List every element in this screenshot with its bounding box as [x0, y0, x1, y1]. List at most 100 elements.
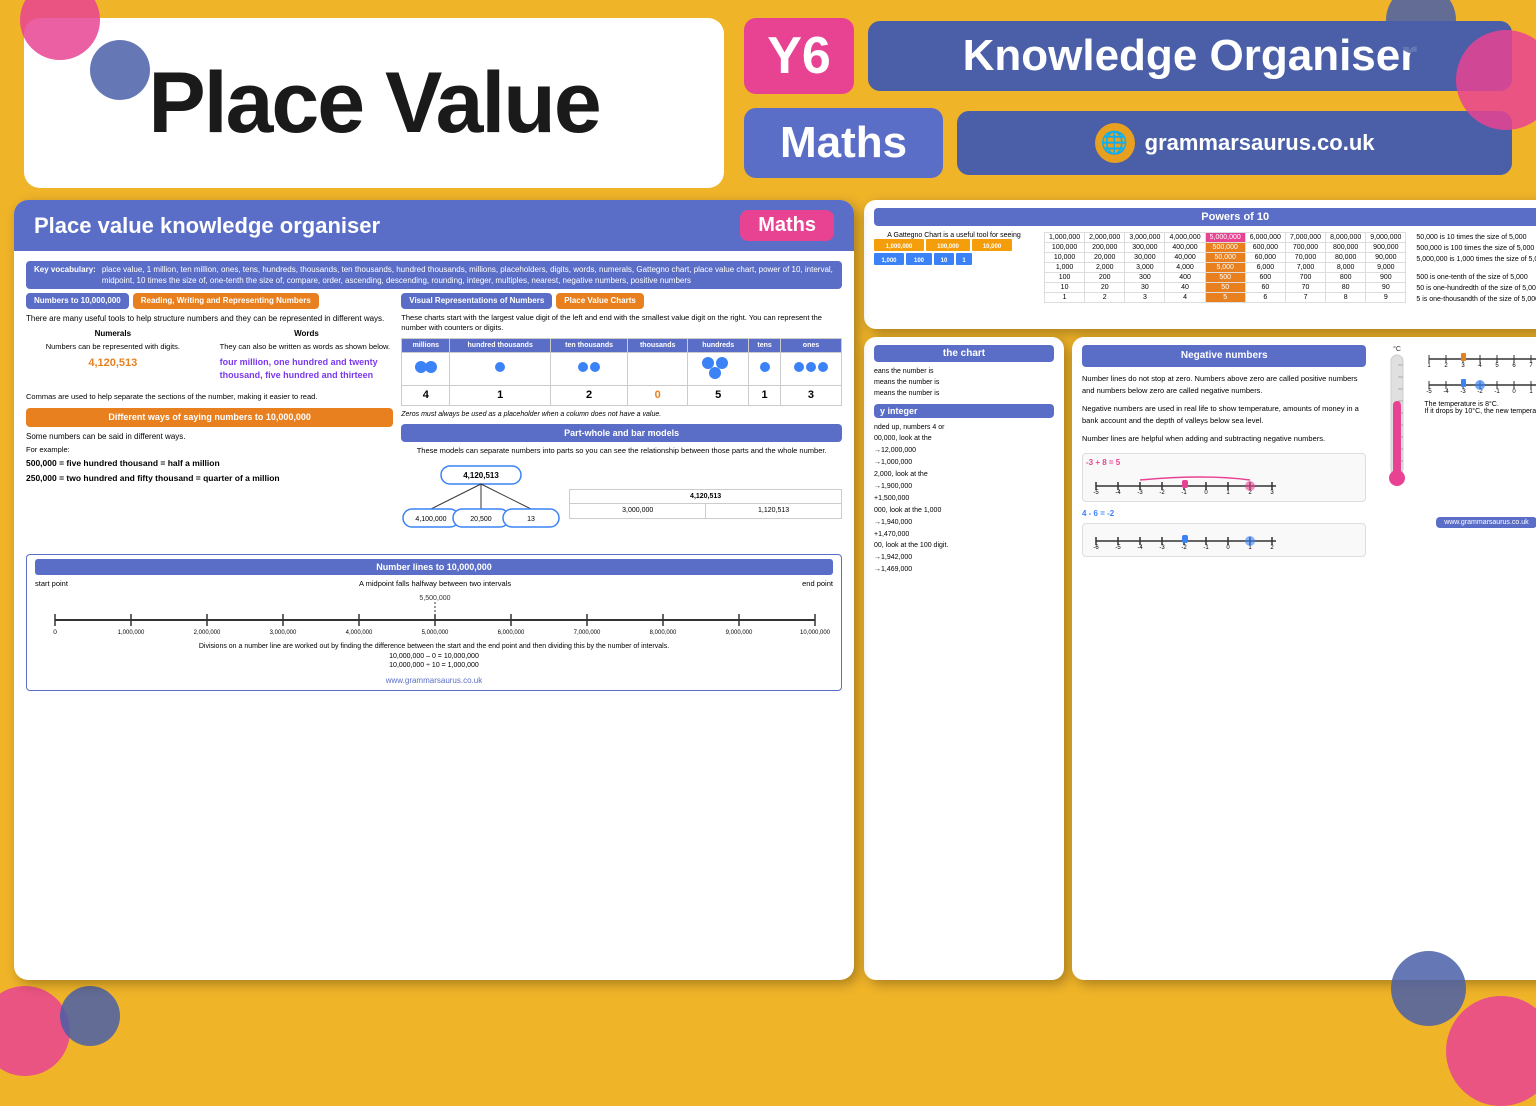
- p-2-8: 800,000: [1326, 243, 1366, 253]
- svg-text:3: 3: [1270, 490, 1274, 494]
- p-6-8: 80: [1326, 283, 1366, 293]
- calc2: 10,000,000 ÷ 10 = 1,000,000: [35, 661, 833, 671]
- svg-text:2: 2: [1270, 545, 1274, 549]
- svg-text:-3: -3: [1137, 490, 1143, 494]
- counter-icon: [700, 355, 736, 379]
- r-line-3: means the number is: [874, 388, 1054, 399]
- svg-text:-1: -1: [1181, 490, 1187, 494]
- r-ex-3: →12,000,000: [874, 445, 1054, 457]
- cell-o-val: 3: [780, 385, 841, 405]
- visual-tab: Visual Representations of Numbers: [401, 293, 552, 308]
- words-text: They can also be written as words as sho…: [220, 342, 394, 353]
- svg-text:°C: °C: [1393, 345, 1401, 353]
- commas-text: Commas are used to help separate the sec…: [26, 392, 393, 403]
- powers-row-4: 1,0002,0003,0004,0005,0006,0007,0008,000…: [1045, 263, 1406, 273]
- r-line-1: eans the number is: [874, 366, 1054, 377]
- svg-text:-3: -3: [1461, 389, 1467, 393]
- svg-text:1,000,000: 1,000,000: [886, 244, 913, 250]
- svg-text:6,000,000: 6,000,000: [498, 630, 525, 636]
- powers-content: A Gattegno Chart is a useful tool for se…: [874, 232, 1536, 321]
- rounding-examples: nded up, numbers 4 or 00,000, look at th…: [874, 422, 1054, 577]
- counter-icon: [577, 361, 601, 373]
- rounding-content: eans the number is means the number is m…: [874, 366, 1054, 400]
- nl-diagram-2: -6 -5 -4 -3 -2 -1: [1082, 523, 1366, 557]
- p-4-5: 5,000: [1205, 263, 1245, 273]
- deco-circle-blue-tl: [90, 40, 150, 100]
- svg-text:10,000,000: 10,000,000: [800, 630, 831, 636]
- visual-tabs: Visual Representations of Numbers Place …: [401, 293, 842, 308]
- nl-svg-1: -5 -4 -3 -2 -1 0: [1086, 472, 1286, 494]
- svg-text:-1: -1: [1203, 545, 1209, 549]
- cell-m-counter: [402, 353, 450, 385]
- note-line-6: 5 is one-thousandth of the size of 5,000: [1416, 294, 1536, 305]
- p-1-5: 5,000,000: [1205, 233, 1245, 243]
- p-7-5: 5: [1205, 293, 1245, 303]
- svg-text:100: 100: [914, 258, 925, 264]
- svg-text:-2: -2: [1181, 545, 1187, 549]
- gattegno-chart-mini: 1,000,000 100,000 10,000 1,000 100 10 1: [874, 239, 1024, 319]
- p-2-9: 900,000: [1366, 243, 1406, 253]
- eq-2: 4 - 6 = -2: [1082, 508, 1366, 521]
- svg-text:-5: -5: [1427, 389, 1433, 393]
- note-line-5: 50 is one-hundredth of the size of 5,000: [1416, 283, 1536, 294]
- division-text: Divisions on a number line are worked ou…: [35, 642, 833, 652]
- p-1-6: 6,000,000: [1245, 233, 1285, 243]
- svg-text:-3: -3: [1159, 545, 1165, 549]
- gattegno-desc: A Gattegno Chart is a useful tool for se…: [874, 232, 1034, 239]
- p-6-2: 20: [1085, 283, 1125, 293]
- numbers-intro: There are many useful tools to help stru…: [26, 313, 393, 324]
- svg-text:-4: -4: [1444, 389, 1450, 393]
- p-5-8: 800: [1326, 273, 1366, 283]
- svg-text:5,500,000: 5,500,000: [419, 595, 450, 602]
- svg-text:-6: -6: [1093, 545, 1099, 549]
- vocab-label: Key vocabulary:: [34, 264, 96, 275]
- powers-row-1: 1,000,0002,000,0003,000,0004,000,0005,00…: [1045, 233, 1406, 243]
- powers-note-2: 500 is one-tenth of the size of 5,000 50…: [1416, 272, 1536, 306]
- svg-text:-5: -5: [1115, 545, 1121, 549]
- visual-text: These charts start with the largest valu…: [401, 313, 842, 334]
- svg-text:1,000,000: 1,000,000: [118, 630, 145, 636]
- p-1-9: 9,000,000: [1366, 233, 1406, 243]
- svg-text:-4: -4: [1137, 545, 1143, 549]
- svg-text:8,000,000: 8,000,000: [650, 630, 677, 636]
- svg-text:6: 6: [1513, 363, 1517, 367]
- svg-text:1: 1: [1428, 363, 1432, 367]
- p-6-5: 50: [1205, 283, 1245, 293]
- svg-text:0: 0: [1513, 389, 1517, 393]
- number-line-header: Number lines to 10,000,000: [35, 559, 833, 576]
- powers-row-6: 102030405060708090: [1045, 283, 1406, 293]
- col-hth: hundred thousands: [450, 338, 551, 353]
- p-6-7: 70: [1285, 283, 1325, 293]
- p-5-3: 300: [1125, 273, 1165, 283]
- bar-cell-1: 4,120,513: [570, 489, 842, 504]
- nl-diagram-1: -3 + 8 = 5 -5 -4 -3 -2 -1: [1082, 453, 1366, 502]
- thermometer-svg: °C: [1376, 345, 1416, 505]
- svg-text:4,000,000: 4,000,000: [346, 630, 373, 636]
- svg-text:2: 2: [1445, 363, 1449, 367]
- cell-tth-val: 2: [551, 385, 628, 405]
- worksheet-body: Key vocabulary: place value, 1 million, …: [14, 251, 854, 697]
- p-6-6: 60: [1245, 283, 1285, 293]
- neg-header: Negative numbers: [1082, 345, 1366, 367]
- col-th: thousands: [628, 338, 688, 353]
- p-4-8: 8,000: [1326, 263, 1366, 273]
- p-6-9: 90: [1366, 283, 1406, 293]
- r-ex-13: →1,469,000: [874, 564, 1054, 576]
- part-whole-diagrams: 4,120,513 4,100,000 20,500 13: [401, 460, 842, 548]
- cell-tth-counter: [551, 353, 628, 385]
- neg-nl-svg-2: -5 -4 -3 -2 -1 0: [1424, 371, 1536, 393]
- rounding-panel: the chart eans the number is means the n…: [864, 337, 1064, 980]
- p-5-7: 700: [1285, 273, 1325, 283]
- svg-text:1: 1: [1226, 490, 1230, 494]
- rounding-header: the chart: [874, 345, 1054, 362]
- note-line-4: 500 is one-tenth of the size of 5,000: [1416, 272, 1536, 283]
- r-ex-4: →1,000,000: [874, 457, 1054, 469]
- p-4-2: 2,000: [1085, 263, 1125, 273]
- col-tth: ten thousands: [551, 338, 628, 353]
- example-number: 4,120,513: [26, 356, 200, 371]
- p-3-5: 50,000: [1205, 253, 1245, 263]
- p-2-4: 400,000: [1165, 243, 1205, 253]
- svg-text:2,000,000: 2,000,000: [194, 630, 221, 636]
- p-7-8: 8: [1326, 293, 1366, 303]
- r-ex-9: →1,940,000: [874, 517, 1054, 529]
